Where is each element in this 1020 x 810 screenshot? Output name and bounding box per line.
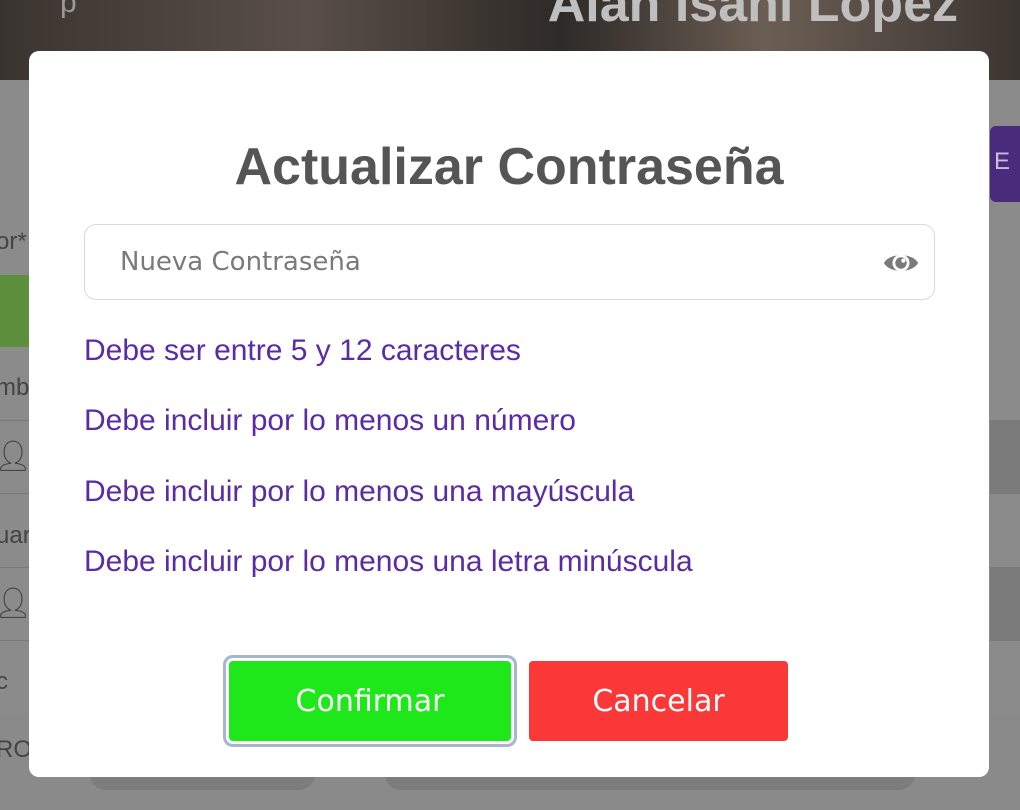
bg-label: mb [0, 374, 30, 401]
bg-label: RO [0, 736, 32, 763]
person-icon: 👤︎ [0, 440, 33, 473]
header-subtitle: p [60, 0, 77, 19]
header-user-name: Alan Isahi Lopez [547, 0, 958, 33]
rule-length: Debe ser entre 5 y 12 caracteres [84, 334, 521, 367]
modal-title: Actualizar Contraseña [234, 138, 784, 196]
bg-label: or* [0, 228, 27, 255]
avatar [0, 275, 30, 347]
rule-number: Debe incluir por lo menos un número [84, 404, 576, 437]
bg-field [990, 420, 1020, 494]
rule-lowercase: Debe incluir por lo menos una letra minú… [84, 545, 693, 578]
update-password-modal: Actualizar Contraseña Debe ser entre 5 y… [29, 51, 989, 777]
confirm-button[interactable]: Confirmar [229, 661, 511, 741]
new-password-input[interactable] [85, 225, 875, 299]
rule-uppercase: Debe incluir por lo menos una mayúscula [84, 475, 635, 508]
edit-tab-label: E [994, 148, 1011, 175]
person-icon: 👤︎ [0, 587, 33, 620]
bg-field: 👤︎ [0, 420, 33, 494]
cancel-button[interactable]: Cancelar [529, 661, 788, 741]
bg-label: uar [0, 522, 31, 549]
edit-tab: E [990, 126, 1020, 202]
bg-field: 👤︎ [0, 567, 33, 641]
bg-label: c [0, 668, 8, 695]
password-field [84, 224, 935, 300]
eye-icon[interactable] [882, 244, 920, 282]
bg-field [990, 567, 1020, 641]
